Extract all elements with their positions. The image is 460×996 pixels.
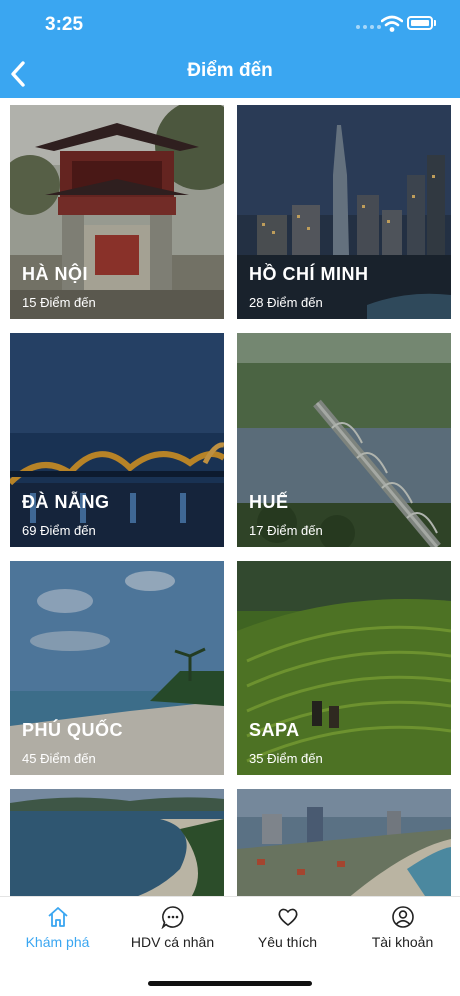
home-icon [48, 907, 68, 927]
card-shade [10, 561, 224, 775]
destination-count: 69 Điểm đến [22, 523, 96, 538]
card-shade [10, 105, 224, 319]
card-shade [10, 789, 224, 896]
card-shade [10, 333, 224, 547]
destination-name: HỒ CHÍ MINH [249, 264, 369, 284]
tab-explore[interactable]: Khám phá [0, 897, 115, 967]
destination-name: PHÚ QUỐC [22, 720, 124, 740]
app-header: 3:25 Điểm đến [0, 0, 460, 98]
card-shade [237, 333, 451, 547]
destination-count: 17 Điểm đến [249, 523, 323, 538]
destination-grid: HÀ NỘI 15 Điểm đến HỒ CHÍ MINH 28 Điểm đ… [0, 98, 460, 896]
destination-name: HUẾ [249, 492, 289, 512]
destination-card-hanoi[interactable]: HÀ NỘI 15 Điểm đến [10, 105, 224, 319]
page-title: Điểm đến [187, 60, 273, 81]
destination-name: HÀ NỘI [22, 264, 88, 284]
destination-count: 28 Điểm đến [249, 295, 323, 310]
destination-card-danang[interactable]: ĐÀ NẴNG 69 Điểm đến [10, 333, 224, 547]
status-time: 3:25 [45, 14, 84, 35]
destination-name: SAPA [249, 720, 300, 740]
destination-count: 15 Điểm đến [22, 295, 96, 310]
tab-label: Yêu thích [257, 934, 318, 950]
destination-card-7[interactable] [10, 789, 224, 896]
destination-card-hochiminh[interactable]: HỒ CHÍ MINH 28 Điểm đến [237, 105, 451, 319]
destination-count: 35 Điểm đến [249, 751, 323, 766]
tab-label: HDV cá nhân [130, 934, 215, 950]
card-shade [237, 789, 451, 896]
destination-card-8[interactable] [237, 789, 451, 896]
heart-icon [278, 908, 298, 926]
destination-card-hue[interactable]: HUẾ 17 Điểm đến [237, 333, 451, 547]
wifi-icon [381, 15, 403, 32]
tab-favorites[interactable]: Yêu thích [230, 897, 345, 967]
status-bar: 3:25 [0, 0, 460, 50]
signal-icon [356, 25, 381, 29]
destination-card-sapa[interactable]: SAPA 35 Điểm đến [237, 561, 451, 775]
tab-personal-guide[interactable]: HDV cá nhân [115, 897, 230, 967]
card-shade [237, 105, 451, 319]
tab-label: Tài khoản [371, 934, 434, 950]
destination-card-phuquoc[interactable]: PHÚ QUỐC 45 Điểm đến [10, 561, 224, 775]
battery-icon [407, 16, 433, 30]
home-indicator [148, 981, 312, 986]
card-shade [237, 561, 451, 775]
tab-label: Khám phá [25, 934, 90, 950]
chat-icon [161, 906, 184, 929]
destination-name: ĐÀ NẴNG [22, 492, 110, 512]
account-icon [392, 906, 414, 928]
tab-account[interactable]: Tài khoản [345, 897, 460, 967]
battery-tip [434, 20, 436, 26]
destination-count: 45 Điểm đến [22, 751, 96, 766]
